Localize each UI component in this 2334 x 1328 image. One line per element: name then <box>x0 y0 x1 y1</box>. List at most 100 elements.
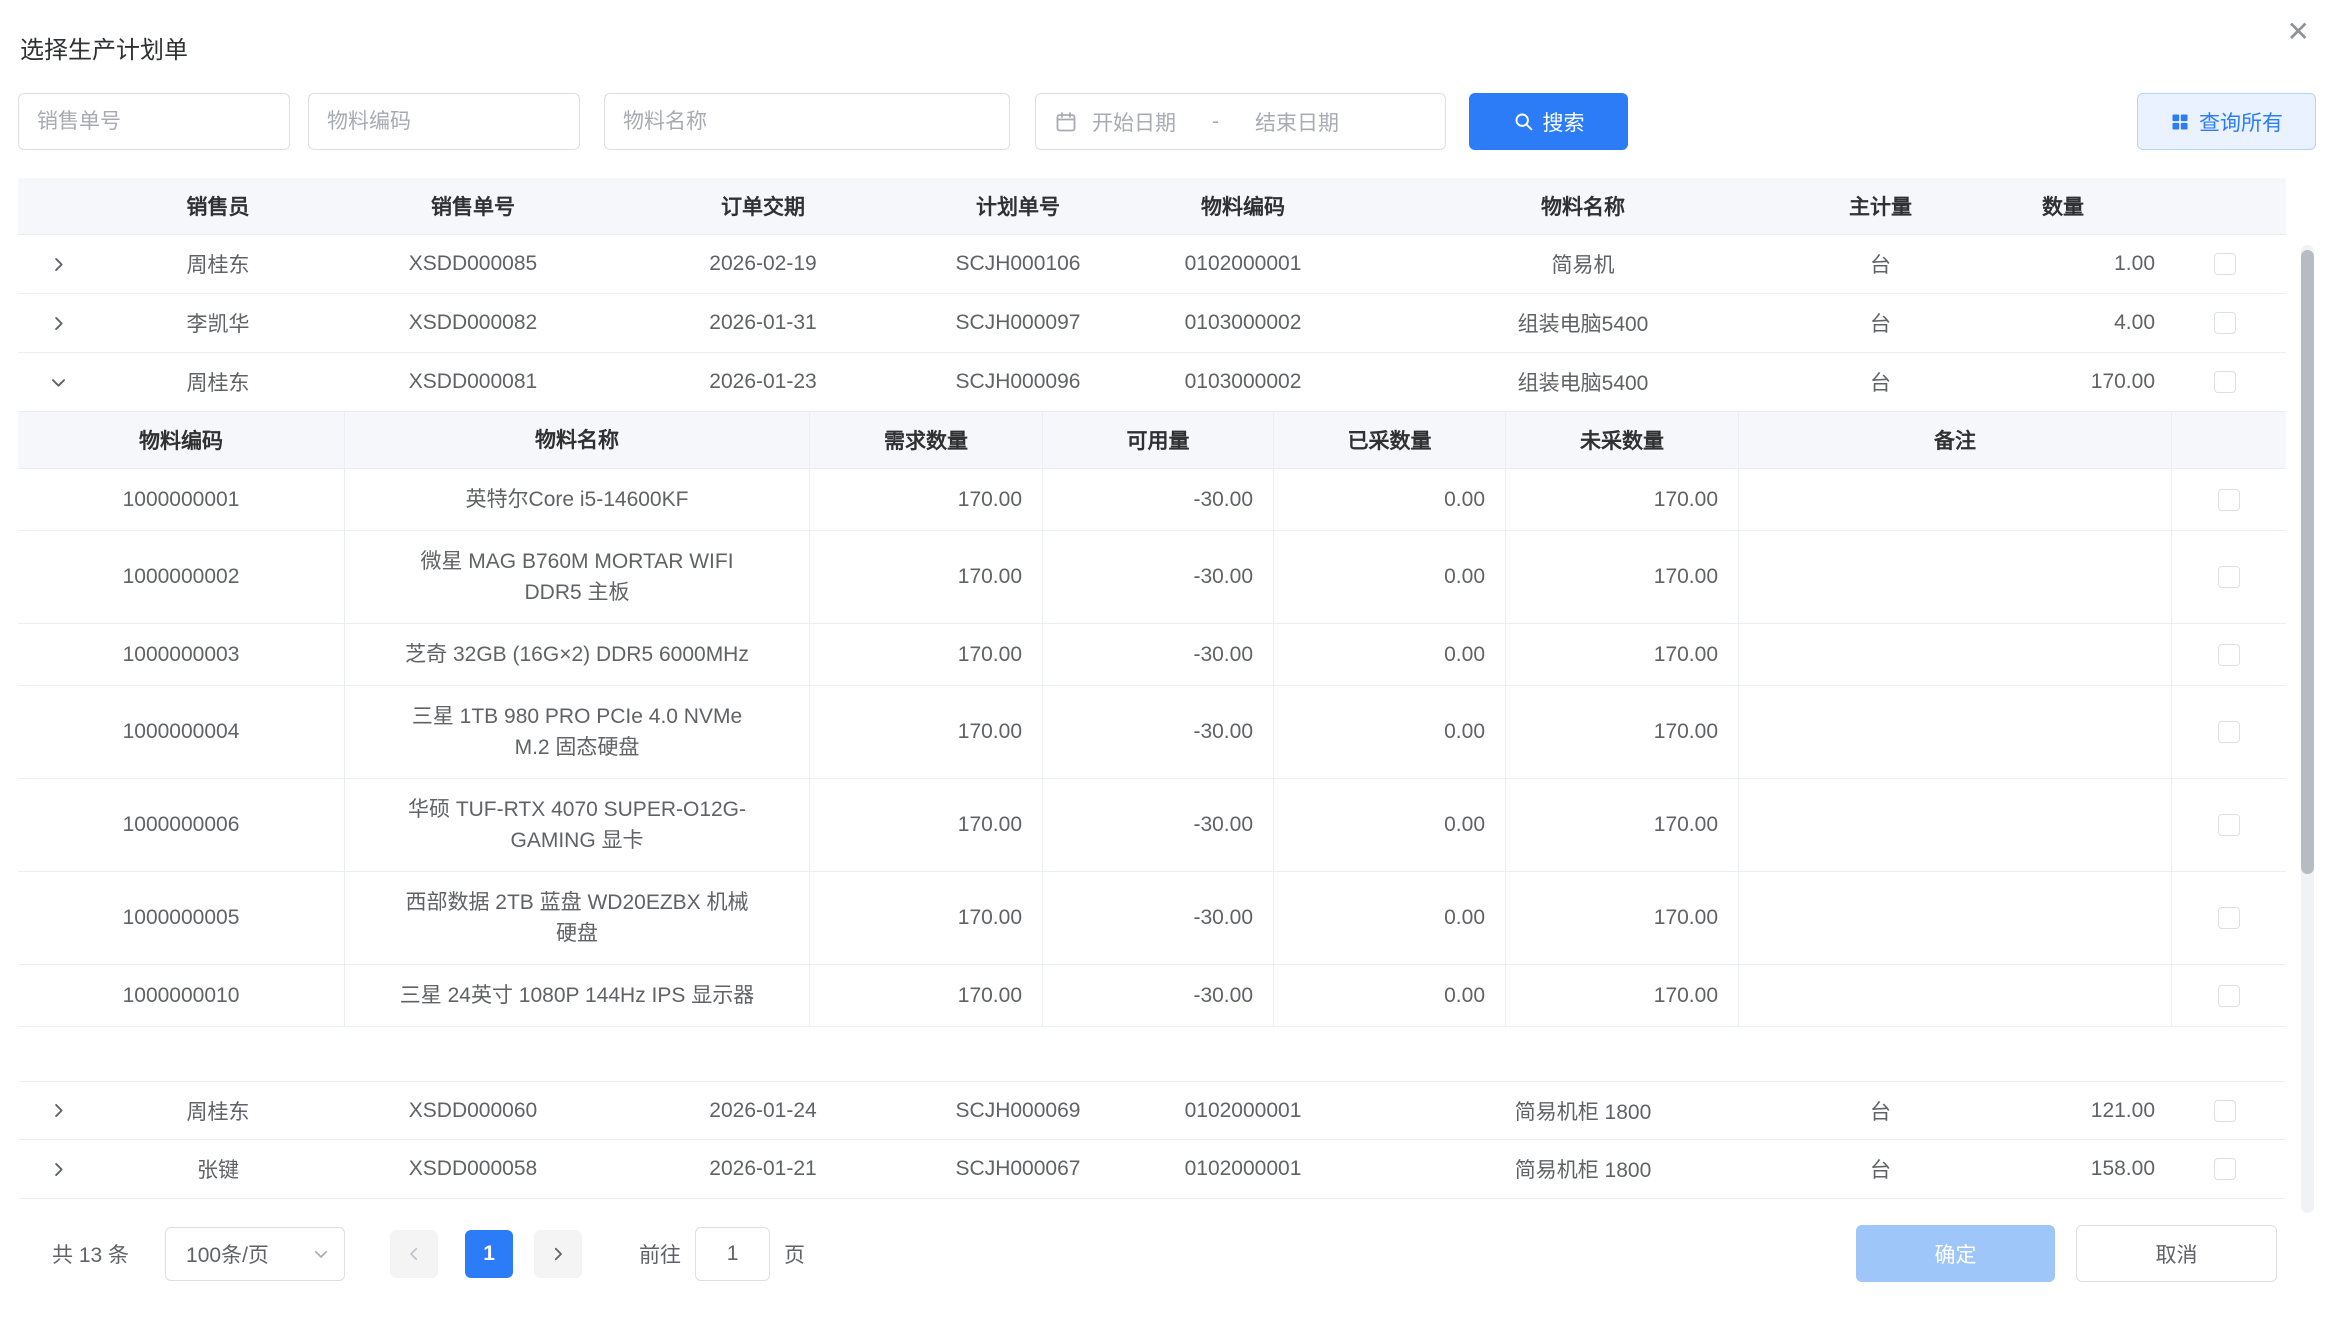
header-demand-qty: 需求数量 <box>810 412 1043 469</box>
cell-salesperson: 周桂东 <box>98 353 338 411</box>
header-quantity: 数量 <box>1963 178 2163 234</box>
header-select <box>2163 178 2286 234</box>
cell-remark <box>1739 686 2172 779</box>
material-name-input[interactable] <box>604 93 1010 150</box>
row-checkbox[interactable] <box>2218 814 2240 836</box>
cell-material-code: 1000000005 <box>18 872 345 965</box>
cell-delivery-date: 2026-01-23 <box>608 353 918 411</box>
cell-remark <box>1739 872 2172 965</box>
scrollbar-thumb[interactable] <box>2301 250 2314 874</box>
cell-available-qty: -30.00 <box>1043 872 1274 965</box>
cell-material-name: 微星 MAG B760M MORTAR WIFI DDR5 主板 <box>345 531 810 624</box>
cell-available-qty: -30.00 <box>1043 779 1274 872</box>
cell-salesperson: 周桂东 <box>98 235 338 293</box>
dialog-select-production-plan: 选择生产计划单 ✕ 开始日期 - 结束日期 搜索 查询所有 <box>0 0 2334 1282</box>
date-separator: - <box>1212 110 1219 134</box>
cell-material-code: 0102000001 <box>1118 1082 1368 1139</box>
cell-delivery-date: 2026-02-19 <box>608 235 918 293</box>
cell-quantity: 158.00 <box>1963 1140 2163 1198</box>
chevron-right-icon[interactable] <box>44 1097 72 1125</box>
cell-unit: 台 <box>1798 1082 1963 1139</box>
next-page-button[interactable] <box>534 1230 582 1278</box>
sales-order-no-input[interactable] <box>18 93 290 150</box>
chevron-down-icon[interactable] <box>44 368 72 396</box>
row-checkbox[interactable] <box>2214 312 2236 334</box>
row-checkbox[interactable] <box>2218 644 2240 666</box>
header-plan-no: 计划单号 <box>918 178 1118 234</box>
cell-purchased-qty: 0.00 <box>1274 686 1506 779</box>
cell-material-code: 1000000004 <box>18 686 345 779</box>
prev-page-button[interactable] <box>390 1230 438 1278</box>
cell-material-name: 三星 24英寸 1080P 144Hz IPS 显示器 <box>345 965 810 1027</box>
row-checkbox[interactable] <box>2218 907 2240 929</box>
cell-unpurchased-qty: 170.00 <box>1506 469 1739 531</box>
cell-purchased-qty: 0.00 <box>1274 965 1506 1027</box>
row-checkbox[interactable] <box>2218 566 2240 588</box>
cell-plan-no: SCJH000069 <box>918 1082 1118 1139</box>
confirm-button[interactable]: 确定 <box>1856 1225 2055 1282</box>
goto-label: 前往 <box>639 1239 681 1269</box>
cell-material-code: 0102000001 <box>1118 235 1368 293</box>
cell-remark <box>1739 531 2172 624</box>
cell-material-code: 1000000003 <box>18 624 345 686</box>
cell-remark <box>1739 965 2172 1027</box>
main-table-header: 销售员 销售单号 订单交期 计划单号 物料编码 物料名称 主计量 数量 <box>18 178 2286 235</box>
row-checkbox[interactable] <box>2214 1100 2236 1122</box>
table-gap <box>18 1027 2286 1081</box>
cell-unit: 台 <box>1798 294 1963 352</box>
query-all-button[interactable]: 查询所有 <box>2137 93 2316 150</box>
row-checkbox[interactable] <box>2218 721 2240 743</box>
header-delivery-date: 订单交期 <box>608 178 918 234</box>
page-size-select[interactable]: 100条/页 <box>165 1227 345 1281</box>
dialog-title: 选择生产计划单 <box>0 0 2334 65</box>
row-checkbox[interactable] <box>2214 371 2236 393</box>
header-unit: 主计量 <box>1798 178 1963 234</box>
cell-material-name: 芝奇 32GB (16G×2) DDR5 6000MHz <box>345 624 810 686</box>
cell-material-code: 1000000002 <box>18 531 345 624</box>
date-range-picker[interactable]: 开始日期 - 结束日期 <box>1035 93 1446 150</box>
cell-material-name: 组装电脑5400 <box>1368 294 1798 352</box>
cell-sales-order-no: XSDD000085 <box>338 235 608 293</box>
goto-page-input[interactable] <box>695 1227 770 1281</box>
cell-material-name: 华硕 TUF-RTX 4070 SUPER-O12G-GAMING 显卡 <box>345 779 810 872</box>
chevron-right-icon[interactable] <box>44 1155 72 1183</box>
cell-material-name: 三星 1TB 980 PRO PCIe 4.0 NVMe M.2 固态硬盘 <box>345 686 810 779</box>
chevron-right-icon[interactable] <box>44 309 72 337</box>
search-icon <box>1513 111 1534 132</box>
table-row: 张键 XSDD000058 2026-01-21 SCJH000067 0102… <box>18 1140 2286 1199</box>
cell-material-code: 1000000010 <box>18 965 345 1027</box>
cell-material-name: 西部数据 2TB 蓝盘 WD20EZBX 机械硬盘 <box>345 872 810 965</box>
row-checkbox[interactable] <box>2214 1158 2236 1180</box>
header-purchased-qty: 已采数量 <box>1274 412 1506 469</box>
cell-demand-qty: 170.00 <box>810 872 1043 965</box>
header-material-code: 物料编码 <box>18 412 345 469</box>
close-icon[interactable]: ✕ <box>2287 18 2310 46</box>
cell-plan-no: SCJH000097 <box>918 294 1118 352</box>
cell-material-name: 简易机 <box>1368 235 1798 293</box>
cell-delivery-date: 2026-01-21 <box>608 1140 918 1198</box>
cell-purchased-qty: 0.00 <box>1274 624 1506 686</box>
chevron-down-icon <box>312 1245 330 1263</box>
cell-unpurchased-qty: 170.00 <box>1506 965 1739 1027</box>
search-button[interactable]: 搜索 <box>1469 93 1628 150</box>
calendar-icon <box>1054 110 1078 134</box>
cell-salesperson: 周桂东 <box>98 1082 338 1139</box>
row-checkbox[interactable] <box>2214 253 2236 275</box>
plan-table: 销售员 销售单号 订单交期 计划单号 物料编码 物料名称 主计量 数量 周桂东 … <box>18 178 2286 1199</box>
row-checkbox[interactable] <box>2218 985 2240 1007</box>
cell-unit: 台 <box>1798 353 1963 411</box>
header-expand <box>18 178 98 234</box>
cell-unpurchased-qty: 170.00 <box>1506 624 1739 686</box>
cell-available-qty: -30.00 <box>1043 624 1274 686</box>
date-start-placeholder: 开始日期 <box>1092 107 1176 137</box>
chevron-right-icon[interactable] <box>44 250 72 278</box>
sub-table-row: 1000000010 三星 24英寸 1080P 144Hz IPS 显示器 1… <box>18 965 2286 1027</box>
table-row: 周桂东 XSDD000085 2026-02-19 SCJH000106 010… <box>18 235 2286 294</box>
material-code-input[interactable] <box>308 93 580 150</box>
dialog-actions: 确定 取消 <box>1856 1225 2277 1282</box>
row-checkbox[interactable] <box>2218 489 2240 511</box>
cell-delivery-date: 2026-01-31 <box>608 294 918 352</box>
table-row: 李凯华 XSDD000082 2026-01-31 SCJH000097 010… <box>18 294 2286 353</box>
page-1-button[interactable]: 1 <box>465 1230 513 1278</box>
cancel-button[interactable]: 取消 <box>2076 1225 2277 1282</box>
